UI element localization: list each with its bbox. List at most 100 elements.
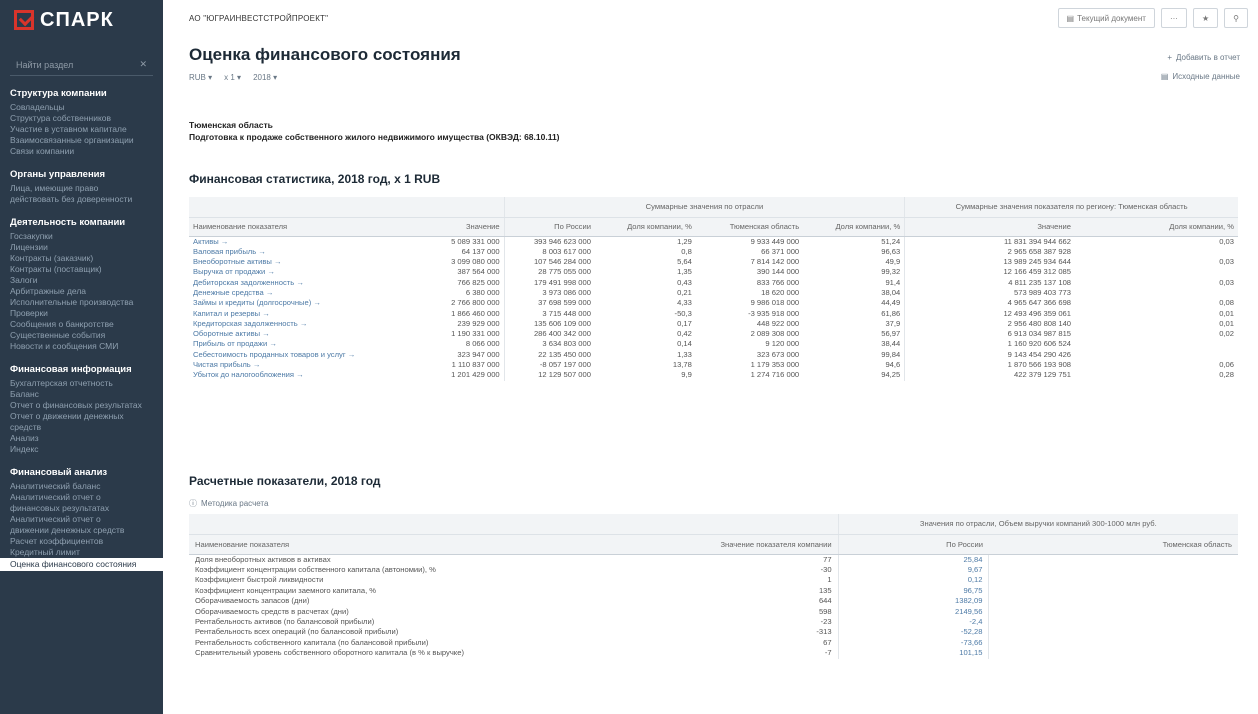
table-cell: 12 166 459 312 085 (904, 267, 1076, 278)
sidebar-section-title[interactable]: Структура компании (10, 88, 153, 99)
table-row: Оборачиваемость средств в расчетах (дни)… (189, 606, 1238, 617)
indicator-link[interactable]: Кредиторская задолженность → (189, 319, 425, 329)
indicator-link[interactable]: Оборотные активы → (189, 329, 425, 339)
sidebar-item[interactable]: Аналитический отчет о (10, 514, 153, 525)
table-cell: 0,01 (1219, 308, 1234, 318)
sidebar-item[interactable]: движении денежных средств (10, 525, 153, 536)
sidebar-item[interactable]: Расчет коэффициентов (10, 536, 153, 547)
indicator-link[interactable]: Внеоборотные активы → (189, 257, 425, 267)
company-name[interactable]: АО "ЮГРАИНВЕСТСТРОЙПРОЕКТ" (189, 14, 328, 23)
logo[interactable]: СПАРК (0, 0, 163, 40)
add-to-report-button[interactable]: + Добавить в отчет (1167, 53, 1240, 62)
table-cell: 38,44 (881, 339, 901, 349)
method-link[interactable]: ⓘ Методика расчета (189, 498, 268, 509)
indicator-link[interactable]: Чистая прибыль → (189, 360, 425, 370)
table-cell: 286 400 342 000 (503, 329, 595, 340)
sidebar-item[interactable]: Сообщения о банкротстве (10, 319, 153, 330)
multiplier-select[interactable]: x 1 ▾ (224, 73, 241, 82)
sidebar-item[interactable]: Кредитный лимит (10, 547, 153, 558)
sidebar-item[interactable]: действовать без доверенности (10, 194, 153, 205)
sidebar-section: Органы управления Лица, имеющие право дейс… (0, 169, 163, 205)
table-cell: 6 913 034 987 815 (904, 329, 1076, 340)
table-cell (1075, 350, 1238, 360)
table-cell: 49,9 (885, 257, 901, 267)
table-cell: 56,97 (881, 329, 901, 339)
table-cell: -23 (820, 616, 832, 626)
sidebar-item[interactable]: Лица, имеющие право (10, 183, 153, 194)
indicator-link[interactable]: Активы → (189, 236, 425, 247)
sidebar-item[interactable]: Связи компании (10, 146, 153, 157)
indicator-link[interactable]: Валовая прибыль → (189, 247, 425, 257)
sidebar-item[interactable]: Взаимосвязанные организации (10, 135, 153, 146)
currency-select[interactable]: RUB ▾ (189, 73, 212, 82)
sidebar-item[interactable]: Проверки (10, 308, 153, 319)
sidebar-item[interactable]: Участие в уставном капитале (10, 124, 153, 135)
table-cell: 1,35 (677, 267, 692, 277)
sidebar-item[interactable]: Анализ (10, 433, 153, 444)
table-cell: 573 989 403 773 (904, 287, 1076, 299)
table-cell: 5,64 (677, 257, 692, 267)
sidebar-item[interactable]: финансовых результатах (10, 503, 153, 514)
table-row: Дебиторская задолженность → 766 825 000 17… (189, 277, 1238, 288)
clear-icon[interactable]: ✕ (139, 59, 147, 70)
star-icon[interactable]: ★ (1192, 8, 1219, 28)
sidebar-item[interactable]: Исполнительные производства (10, 297, 153, 308)
sidebar-section: Финансовая информация Бухгалтерская отчет… (0, 364, 163, 455)
sidebar-item[interactable]: Бухгалтерская отчетность (10, 378, 153, 389)
sidebar-section-title[interactable]: Финансовый анализ (10, 467, 153, 478)
table-row: Доля внеоборотных активов в активах 77 25,… (189, 554, 1238, 565)
sidebar-item[interactable]: средств (10, 422, 153, 433)
sidebar-item[interactable]: Контракты (поставщик) (10, 264, 153, 275)
sidebar-item[interactable]: Новости и сообщения СМИ (10, 341, 153, 352)
sidebar-item[interactable]: Залоги (10, 275, 153, 286)
sidebar-search[interactable]: Найти раздел ✕ (10, 54, 153, 76)
sidebar-item[interactable]: Оценка финансового состояния (0, 558, 163, 571)
logo-text: СПАРК (40, 8, 114, 31)
region-label: Тюменская область (189, 120, 273, 130)
source-data-button[interactable]: ▤ Исходные данные (1161, 72, 1240, 81)
column-header: Наименование показателя (189, 217, 426, 237)
table-cell: 323 673 000 (756, 349, 800, 359)
table-body: Доля внеоборотных активов в активах 77 25,… (189, 554, 1238, 659)
sidebar-item[interactable]: Контракты (заказчик) (10, 253, 153, 264)
sidebar-item[interactable]: Аналитический отчет о (10, 492, 153, 503)
column-header: Значение (425, 217, 505, 237)
pin-icon[interactable]: ⚲ (1224, 8, 1248, 28)
table-row: Займы и кредиты (долгосрочные) → 2 766 80… (189, 298, 1238, 309)
indicator-link[interactable]: Капитал и резервы → (189, 309, 425, 319)
sidebar-section-title[interactable]: Финансовая информация (10, 364, 153, 375)
sidebar-section: Финансовый анализ Аналитический баланс Ана… (0, 467, 163, 571)
indicator-link[interactable]: Дебиторская задолженность → (189, 278, 425, 288)
year-select[interactable]: 2018 ▾ (253, 73, 277, 82)
indicator-link[interactable]: Себестоимость проданных товаров и услуг … (189, 350, 425, 360)
sidebar-item[interactable]: Госзакупки (10, 231, 153, 242)
table-cell: 37 698 599 000 (503, 298, 595, 309)
table-row: Сравнительный уровень собственного оборо… (189, 648, 1238, 659)
current-document-button[interactable]: ▤ Текущий документ (1057, 8, 1155, 28)
table-row: Капитал и резервы → 1 866 460 000 3 715 44… (189, 308, 1238, 319)
table-cell: -8 057 197 000 (503, 360, 595, 371)
sidebar-section-title[interactable]: Органы управления (10, 169, 153, 180)
indicator-link[interactable]: Займы и кредиты (долгосрочные) → (189, 298, 425, 308)
sidebar-item[interactable]: Арбитражные дела (10, 286, 153, 297)
sidebar-item[interactable]: Отчет о финансовых результатах (10, 400, 153, 411)
indicator-link[interactable]: Прибыль от продажи → (189, 339, 425, 349)
table-cell: 1 179 353 000 (750, 360, 800, 370)
table-header-row: Наименование показателя Значение По России… (189, 217, 1238, 237)
sidebar-item[interactable]: Лицензии (10, 242, 153, 253)
sidebar-item[interactable]: Совладельцы (10, 102, 153, 113)
table-cell: 0,8 (681, 246, 692, 256)
sidebar-item[interactable]: Структура собственников (10, 113, 153, 124)
table-cell: 2 965 658 387 928 (904, 246, 1076, 258)
sidebar-item[interactable]: Баланс (10, 389, 153, 400)
indicator-link[interactable]: Денежные средства → (189, 288, 425, 298)
sidebar-item[interactable]: Индекс (10, 444, 153, 455)
indicator-link[interactable]: Убыток до налогообложения → (189, 370, 425, 380)
table-row: Валовая прибыль → 64 137 000 8 003 617 000… (189, 246, 1238, 258)
indicator-link[interactable]: Выручка от продажи → (189, 267, 425, 277)
sidebar-item[interactable]: Аналитический баланс (10, 481, 153, 492)
sidebar-item[interactable]: Существенные события (10, 330, 153, 341)
more-button[interactable]: ··· (1160, 8, 1187, 28)
sidebar-item[interactable]: Отчет о движении денежных (10, 411, 153, 422)
sidebar-section-title[interactable]: Деятельность компании (10, 217, 153, 228)
